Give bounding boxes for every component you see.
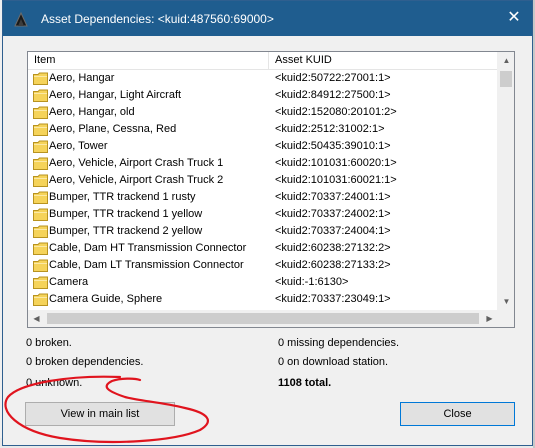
list-header: Item Asset KUID xyxy=(28,52,498,70)
vertical-scrollbar[interactable]: ▲ ▼ xyxy=(497,52,514,310)
asset-dependencies-dialog: Asset Dependencies: <kuid:487560:69000> … xyxy=(2,0,533,446)
row-asset-kuid: <kuid2:84912:27500:1> xyxy=(275,89,391,101)
list-row[interactable]: Aero, Tower <kuid2:50435:39010:1> xyxy=(28,138,498,155)
row-item-name: Cable, Dam LT Transmission Connector xyxy=(49,259,244,271)
horizontal-scrollbar[interactable]: ◀ ▶ xyxy=(28,310,498,327)
row-item-name: Cable, Dam HT Transmission Connector xyxy=(49,242,247,254)
list-row[interactable]: Bumper, TTR trackend 1 yellow <kuid2:703… xyxy=(28,206,498,223)
list-row[interactable]: Camera Guide, Sphere <kuid2:70337:23049:… xyxy=(28,291,498,308)
column-header-item[interactable]: Item xyxy=(28,52,269,69)
folder-icon xyxy=(33,259,48,272)
row-asset-kuid: <kuid2:101031:60020:1> xyxy=(275,157,397,169)
trainz-app-icon xyxy=(13,11,29,27)
download-station-count: 0 on download station. xyxy=(278,356,389,368)
view-in-main-list-button[interactable]: View in main list xyxy=(25,402,175,426)
close-icon[interactable]: ✕ xyxy=(504,8,524,28)
dependencies-list[interactable]: Item Asset KUID Aero, Hangar <kuid2:5072… xyxy=(27,51,515,328)
list-row[interactable]: Aero, Vehicle, Airport Crash Truck 2 <ku… xyxy=(28,172,498,189)
folder-icon xyxy=(33,174,48,187)
folder-icon xyxy=(33,157,48,170)
scroll-down-icon[interactable]: ▼ xyxy=(498,293,514,310)
row-asset-kuid: <kuid2:101031:60021:1> xyxy=(275,174,397,186)
missing-dependencies-count: 0 missing dependencies. xyxy=(278,337,400,349)
list-row[interactable]: Aero, Hangar <kuid2:50722:27001:1> xyxy=(28,70,498,87)
folder-icon xyxy=(33,276,48,289)
list-row[interactable]: Cable, Dam HT Transmission Connector <ku… xyxy=(28,240,498,257)
list-row[interactable]: Camera <kuid:-1:6130> xyxy=(28,274,498,291)
row-item-name: Aero, Plane, Cessna, Red xyxy=(49,123,177,135)
row-asset-kuid: <kuid2:70337:23049:1> xyxy=(275,293,391,305)
folder-icon xyxy=(33,72,48,85)
row-item-name: Aero, Vehicle, Airport Crash Truck 2 xyxy=(49,174,224,186)
row-item-name: Aero, Tower xyxy=(49,140,108,152)
folder-icon xyxy=(33,140,48,153)
list-row[interactable]: Aero, Hangar, Light Aircraft <kuid2:8491… xyxy=(28,87,498,104)
list-row[interactable]: Aero, Vehicle, Airport Crash Truck 1 <ku… xyxy=(28,155,498,172)
row-item-name: Aero, Vehicle, Airport Crash Truck 1 xyxy=(49,157,224,169)
row-asset-kuid: <kuid2:2512:31002:1> xyxy=(275,123,385,135)
title-bar[interactable]: Asset Dependencies: <kuid:487560:69000> … xyxy=(3,1,532,36)
row-item-name: Aero, Hangar xyxy=(49,72,115,84)
row-asset-kuid: <kuid2:70337:24002:1> xyxy=(275,208,391,220)
horizontal-scroll-thumb[interactable] xyxy=(47,313,479,324)
folder-icon xyxy=(33,106,48,119)
scrollbar-corner xyxy=(497,310,514,327)
list-row[interactable]: Aero, Hangar, old <kuid2:152080:20101:2> xyxy=(28,104,498,121)
scroll-left-icon[interactable]: ◀ xyxy=(28,310,45,327)
folder-icon xyxy=(33,242,48,255)
row-asset-kuid: <kuid2:70337:24001:1> xyxy=(275,191,391,203)
list-row[interactable]: Bumper, TTR trackend 1 rusty <kuid2:7033… xyxy=(28,189,498,206)
folder-icon xyxy=(33,191,48,204)
row-item-name: Camera Guide, Sphere xyxy=(49,293,163,305)
total-count: 1108 total. xyxy=(278,377,332,389)
list-row[interactable]: Bumper, TTR trackend 2 yellow <kuid2:703… xyxy=(28,223,498,240)
folder-icon xyxy=(33,89,48,102)
row-item-name: Aero, Hangar, Light Aircraft xyxy=(49,89,182,101)
row-asset-kuid: <kuid:-1:6130> xyxy=(275,276,349,288)
row-item-name: Bumper, TTR trackend 2 yellow xyxy=(49,225,203,237)
row-asset-kuid: <kuid2:50435:39010:1> xyxy=(275,140,391,152)
folder-icon xyxy=(33,123,48,136)
row-item-name: Bumper, TTR trackend 1 yellow xyxy=(49,208,203,220)
list-row[interactable]: Cable, Dam LT Transmission Connector <ku… xyxy=(28,257,498,274)
folder-icon xyxy=(33,225,48,238)
row-asset-kuid: <kuid2:50722:27001:1> xyxy=(275,72,391,84)
row-item-name: Camera xyxy=(49,276,89,288)
folder-icon xyxy=(33,208,48,221)
row-asset-kuid: <kuid2:70337:24004:1> xyxy=(275,225,391,237)
row-asset-kuid: <kuid2:60238:27132:2> xyxy=(275,242,391,254)
row-asset-kuid: <kuid2:60238:27133:2> xyxy=(275,259,391,271)
scroll-up-icon[interactable]: ▲ xyxy=(498,52,514,69)
list-row[interactable]: Aero, Plane, Cessna, Red <kuid2:2512:310… xyxy=(28,121,498,138)
vertical-scroll-thumb[interactable] xyxy=(500,71,512,87)
folder-icon xyxy=(33,293,48,306)
row-item-name: Aero, Hangar, old xyxy=(49,106,135,118)
broken-count: 0 broken. xyxy=(26,337,72,349)
broken-dependencies-count: 0 broken dependencies. xyxy=(26,356,144,368)
close-button[interactable]: Close xyxy=(400,402,515,426)
row-asset-kuid: <kuid2:152080:20101:2> xyxy=(275,106,397,118)
list-rows: Aero, Hangar <kuid2:50722:27001:1> Aero,… xyxy=(28,70,498,308)
row-item-name: Bumper, TTR trackend 1 rusty xyxy=(49,191,196,203)
scroll-right-icon[interactable]: ▶ xyxy=(481,310,498,327)
window-title: Asset Dependencies: <kuid:487560:69000> xyxy=(41,12,274,26)
column-header-asset-kuid[interactable]: Asset KUID xyxy=(269,52,498,69)
unknown-count: 0 unknown. xyxy=(26,377,83,389)
